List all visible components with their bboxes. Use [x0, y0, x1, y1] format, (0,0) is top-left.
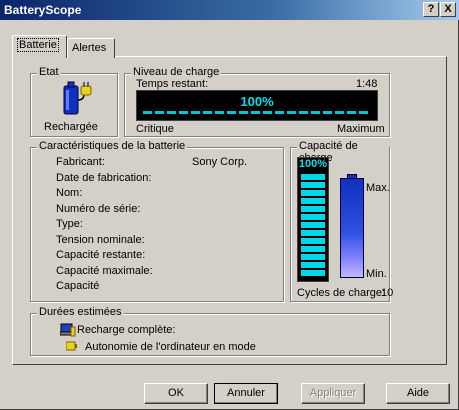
annuler-button[interactable]: Annuler [214, 383, 278, 404]
time-remaining-label: Temps restant: [136, 78, 209, 90]
capacity-max-label: Max. [366, 182, 390, 194]
aide-button[interactable]: Aide [386, 383, 450, 404]
window-title: BatteryScope [4, 3, 82, 17]
tab-batterie[interactable]: Batterie [12, 35, 67, 58]
tab-alertes[interactable]: Alertes [67, 38, 115, 58]
characteristic-value: Sony Corp. [192, 156, 248, 168]
charge-level-fill [143, 111, 371, 114]
autonomy-battery-icon [66, 341, 77, 351]
ok-button[interactable]: OK [144, 383, 208, 404]
niveau-legend: Niveau de charge [131, 66, 222, 78]
capacity-column: 100% [297, 157, 329, 282]
characteristic-label: Capacité maximale: [56, 265, 153, 277]
characteristic-label: Capacité restante: [56, 249, 146, 261]
characteristic-label: Nom: [56, 187, 83, 199]
capacity-min-label: Min. [366, 268, 387, 280]
appliquer-button[interactable]: Appliquer [301, 383, 365, 404]
recharge-complete-label: Recharge complète: [77, 324, 176, 336]
help-button[interactable]: ? [423, 2, 439, 17]
characteristic-label: Type: [56, 218, 83, 230]
charge-level-percent: 100% [240, 94, 274, 109]
title-bar[interactable]: BatteryScope ? X [0, 0, 459, 20]
caracteristiques-legend: Caractéristiques de la batterie [37, 140, 188, 152]
capacity-fill [301, 174, 325, 278]
time-remaining-value: 1:48 [356, 78, 378, 90]
characteristic-label: Date de fabrication: [56, 172, 152, 184]
charge-min-label: Critique [136, 123, 174, 135]
etat-legend: Etat [37, 66, 61, 78]
capacity-percent: 100% [298, 158, 328, 170]
tab-batterie-label: Batterie [17, 38, 59, 52]
cycles-label: Cycles de charge: [297, 287, 386, 299]
tab-alertes-label: Alertes [72, 42, 107, 54]
characteristic-label: Capacité [56, 280, 100, 292]
autonomie-label: Autonomie de l'ordinateur en mode [85, 341, 256, 353]
battery-gauge-icon [340, 178, 364, 278]
characteristic-label: Numéro de série: [56, 203, 141, 215]
characteristic-label: Tension nominale: [56, 234, 145, 246]
etat-status: Rechargée [44, 121, 98, 133]
charge-max-label: Maximum [337, 123, 385, 135]
cycles-value: 10 [381, 287, 394, 299]
charge-level-bar: 100% [136, 90, 378, 121]
battery-window: BatteryScope ? X Batterie Alertes Etat R… [0, 0, 459, 410]
durees-legend: Durées estimées [37, 306, 124, 318]
laptop-charge-icon [60, 323, 76, 337]
battery-plug-icon [63, 81, 92, 115]
close-button[interactable]: X [440, 2, 456, 17]
characteristic-label: Fabricant: [56, 156, 105, 168]
